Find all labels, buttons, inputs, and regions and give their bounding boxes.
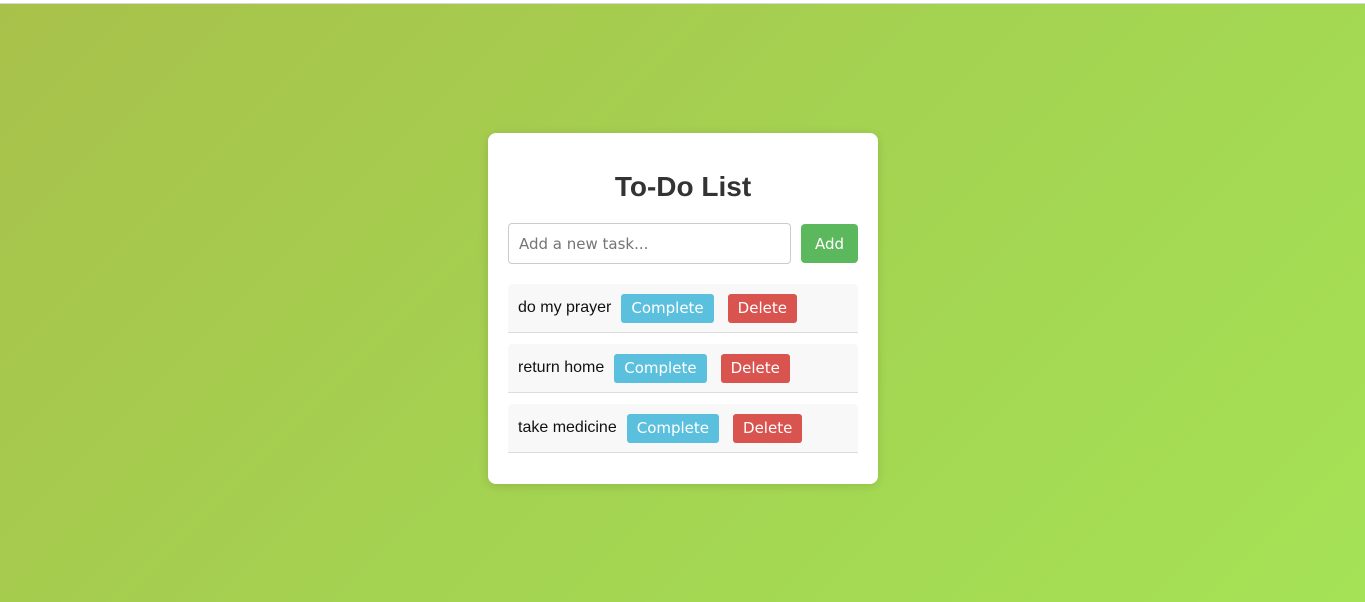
- task-item: do my prayer Complete Delete: [508, 284, 858, 333]
- delete-button[interactable]: Delete: [727, 293, 797, 323]
- add-task-row: Add: [508, 223, 858, 264]
- delete-button[interactable]: Delete: [733, 413, 803, 443]
- task-item: return home Complete Delete: [508, 344, 858, 393]
- add-button[interactable]: Add: [801, 224, 858, 263]
- todo-card: To-Do List Add do my prayer Complete Del…: [488, 133, 878, 484]
- delete-button[interactable]: Delete: [720, 353, 790, 383]
- complete-button[interactable]: Complete: [626, 413, 720, 443]
- complete-button[interactable]: Complete: [621, 293, 714, 323]
- task-text: return home: [518, 359, 605, 376]
- task-text: do my prayer: [518, 299, 612, 316]
- task-list: do my prayer Complete Delete return home…: [508, 284, 858, 453]
- new-task-input[interactable]: [508, 223, 791, 264]
- page-background: To-Do List Add do my prayer Complete Del…: [0, 3, 1365, 602]
- page-title: To-Do List: [614, 171, 752, 202]
- task-text: take medicine: [518, 419, 617, 436]
- task-item: take medicine Complete Delete: [508, 404, 858, 453]
- complete-button[interactable]: Complete: [614, 353, 707, 383]
